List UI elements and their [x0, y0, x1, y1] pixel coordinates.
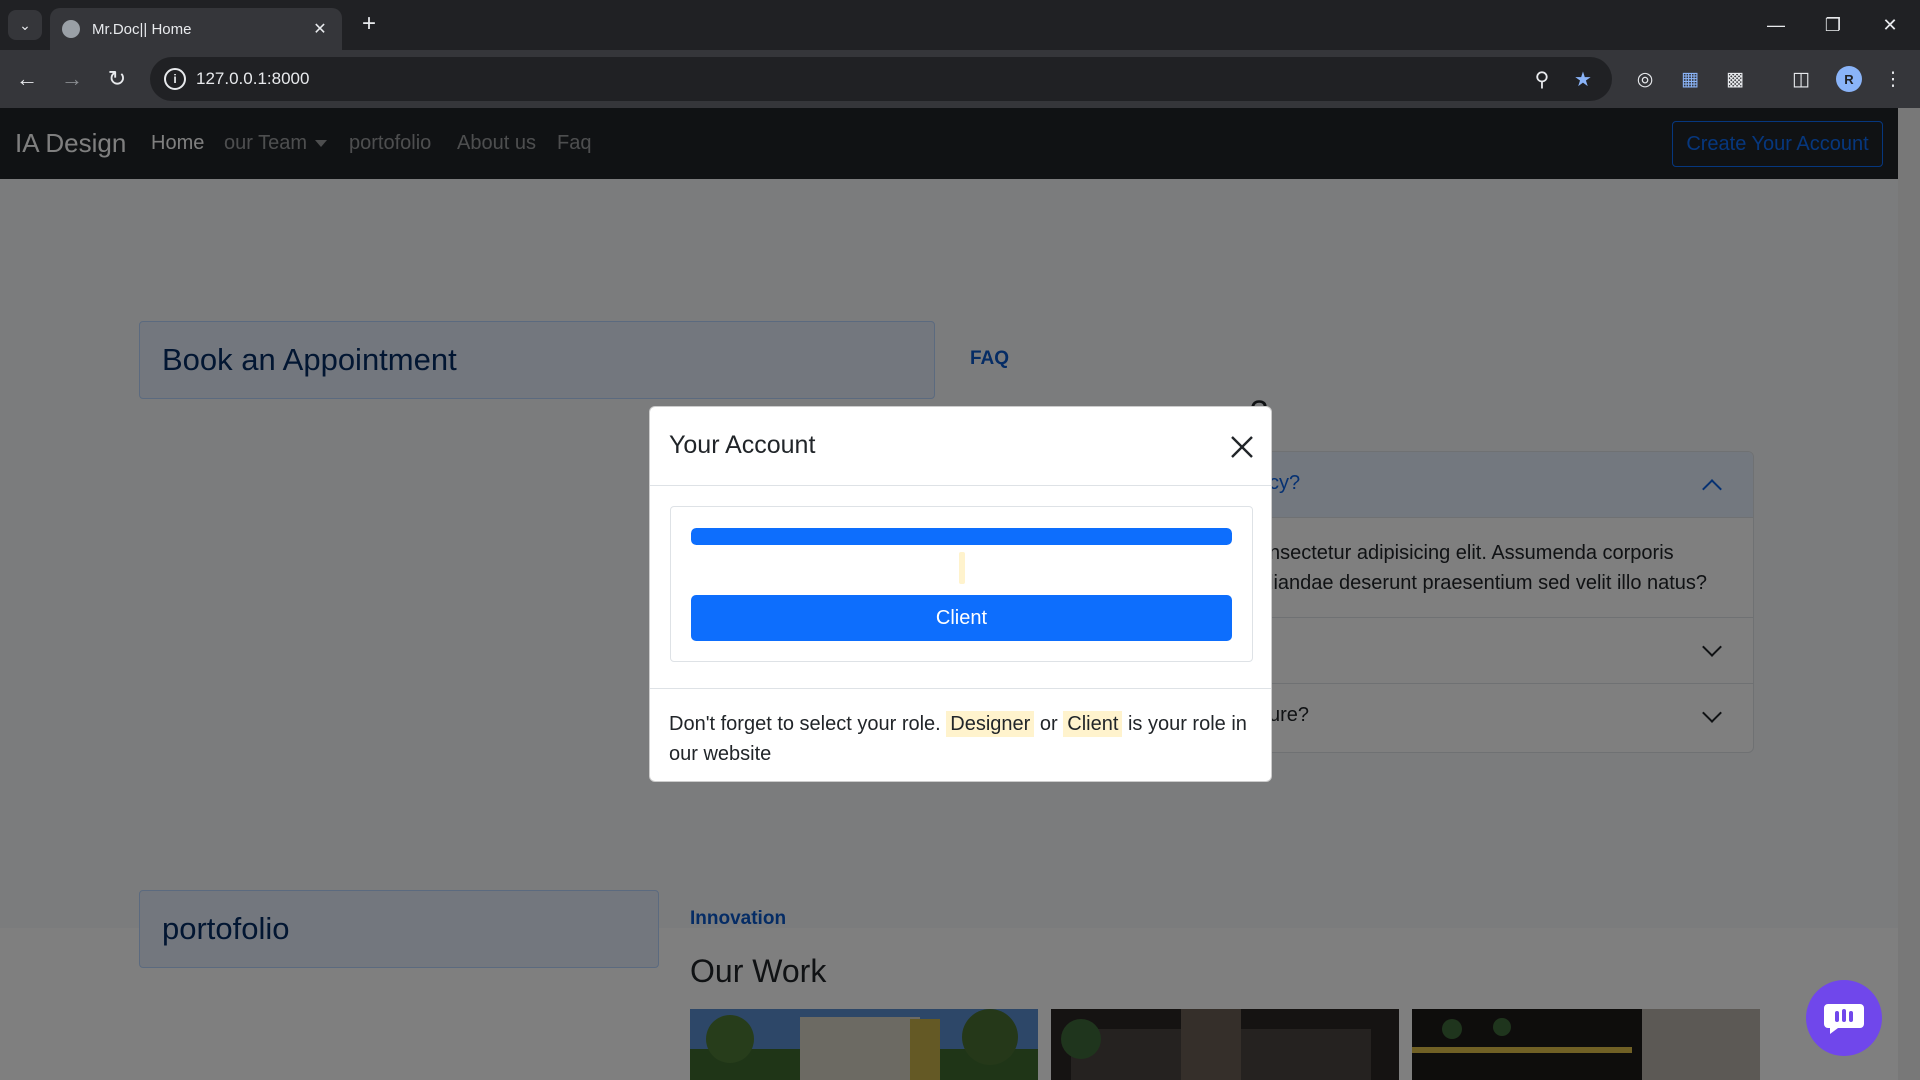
- extensions-puzzle-icon[interactable]: ▩: [1722, 66, 1748, 92]
- globe-icon: [62, 20, 80, 38]
- chat-widget-button[interactable]: [1806, 980, 1882, 1056]
- star-icon[interactable]: ★: [1570, 66, 1596, 92]
- globe-extension-icon[interactable]: ◎: [1632, 66, 1658, 92]
- new-tab-plus-icon[interactable]: +: [354, 10, 384, 40]
- role-designer-tag: Designer: [946, 711, 1035, 737]
- footer-text-or: or: [1039, 713, 1058, 735]
- tab-search-chevron-down-icon[interactable]: ⌄: [8, 10, 42, 40]
- window-close-icon[interactable]: ✕: [1866, 6, 1914, 44]
- progress-fill: [691, 528, 1232, 545]
- forward-arrow-icon[interactable]: →: [56, 63, 88, 95]
- site-info-icon[interactable]: i: [164, 68, 186, 90]
- restore-icon[interactable]: ❐: [1809, 6, 1857, 44]
- address-bar[interactable]: i 127.0.0.1:8000 ⚲ ★: [150, 57, 1612, 101]
- highlight-mark: [959, 552, 965, 584]
- profile-avatar[interactable]: R: [1836, 66, 1862, 92]
- browser-menu-icon[interactable]: ⋮: [1880, 66, 1906, 92]
- side-panel-icon[interactable]: ◫: [1788, 66, 1814, 92]
- client-button[interactable]: Client: [691, 595, 1232, 641]
- tab-close-icon[interactable]: ✕: [310, 19, 330, 39]
- modal-body: Client: [650, 486, 1271, 688]
- tab-title: Mr.Doc|| Home: [92, 20, 192, 38]
- url-text[interactable]: 127.0.0.1:8000: [196, 69, 309, 89]
- role-client-tag: Client: [1063, 711, 1123, 737]
- modal-footer: Don't forget to select your role. Design…: [650, 688, 1271, 783]
- modal-header: Your Account: [650, 407, 1271, 486]
- close-icon[interactable]: [1228, 433, 1256, 461]
- translate-icon[interactable]: ▦: [1677, 66, 1703, 92]
- footer-text-before: Don't forget to select your role.: [669, 713, 941, 735]
- browser-tabstrip: ⌄ Mr.Doc|| Home ✕ + — ❐ ✕: [0, 0, 1920, 50]
- back-arrow-icon[interactable]: ←: [11, 63, 43, 95]
- browser-tab[interactable]: Mr.Doc|| Home ✕: [50, 8, 342, 50]
- reload-icon[interactable]: ↻: [101, 63, 133, 95]
- account-modal: Your Account Client Don't forget to sele…: [649, 406, 1272, 782]
- role-card: Client: [670, 506, 1253, 662]
- chat-icon: [1824, 1004, 1864, 1034]
- modal-title: Your Account: [669, 431, 816, 459]
- zoom-icon[interactable]: ⚲: [1529, 66, 1555, 92]
- browser-toolbar: ← → ↻ i 127.0.0.1:8000 ⚲ ★ ◎ ▦ ▩ ◫ R ⋮: [0, 50, 1920, 108]
- role-progress-bar: [691, 528, 1232, 545]
- minimize-icon[interactable]: —: [1752, 6, 1800, 44]
